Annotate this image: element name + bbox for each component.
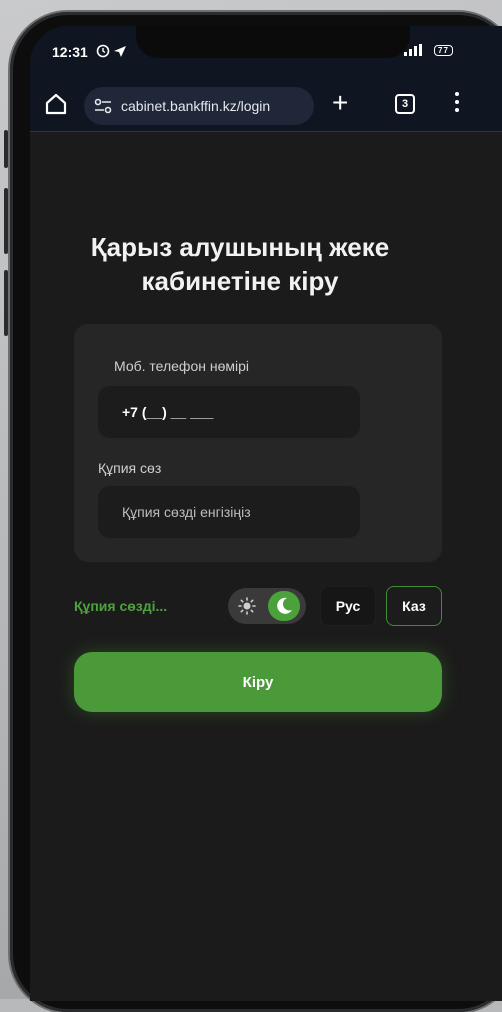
forgot-password-link[interactable]: Құпия сөзді... [74,598,167,614]
status-time: 12:31 [52,44,88,60]
phone-side-button [4,270,8,336]
camera-notch [136,26,410,58]
page-title: Қарыз алушының жеке кабинетіне кіру [90,232,390,296]
phone-side-button [4,188,8,254]
battery-icon: 77 [434,44,453,56]
password-label: Құпия сөз [98,460,162,476]
alarm-send-icon [96,44,126,58]
password-input[interactable]: Құпия сөзді енгізіңіз [98,486,360,538]
browser-toolbar: cabinet.bankffin.kz/login + 3 [30,80,502,132]
phone-side-button [4,130,8,168]
phone-screen: 12:31 77 cabinet.bankffin.kz/login + 3 Қ… [30,26,502,1001]
theme-toggle[interactable] [228,588,306,624]
status-icons [96,43,130,62]
phone-input[interactable]: +7 (__) __ ___ [98,386,360,438]
language-kz-button[interactable]: Каз [386,586,442,626]
toggle-knob[interactable] [268,591,300,621]
url-text: cabinet.bankffin.kz/login [121,98,271,114]
site-settings-icon[interactable] [94,98,112,114]
new-tab-icon[interactable]: + [332,88,348,118]
home-icon[interactable] [44,92,68,116]
tab-count-icon[interactable]: 3 [395,94,415,114]
more-menu-icon[interactable] [454,92,460,116]
phone-label: Моб. телефон нөмірі [114,358,250,374]
moon-icon [277,597,292,614]
language-ru-button[interactable]: Рус [320,586,376,626]
sun-icon [238,597,256,615]
login-button[interactable]: Кіру [74,652,442,712]
url-bar[interactable]: cabinet.bankffin.kz/login [84,87,314,125]
